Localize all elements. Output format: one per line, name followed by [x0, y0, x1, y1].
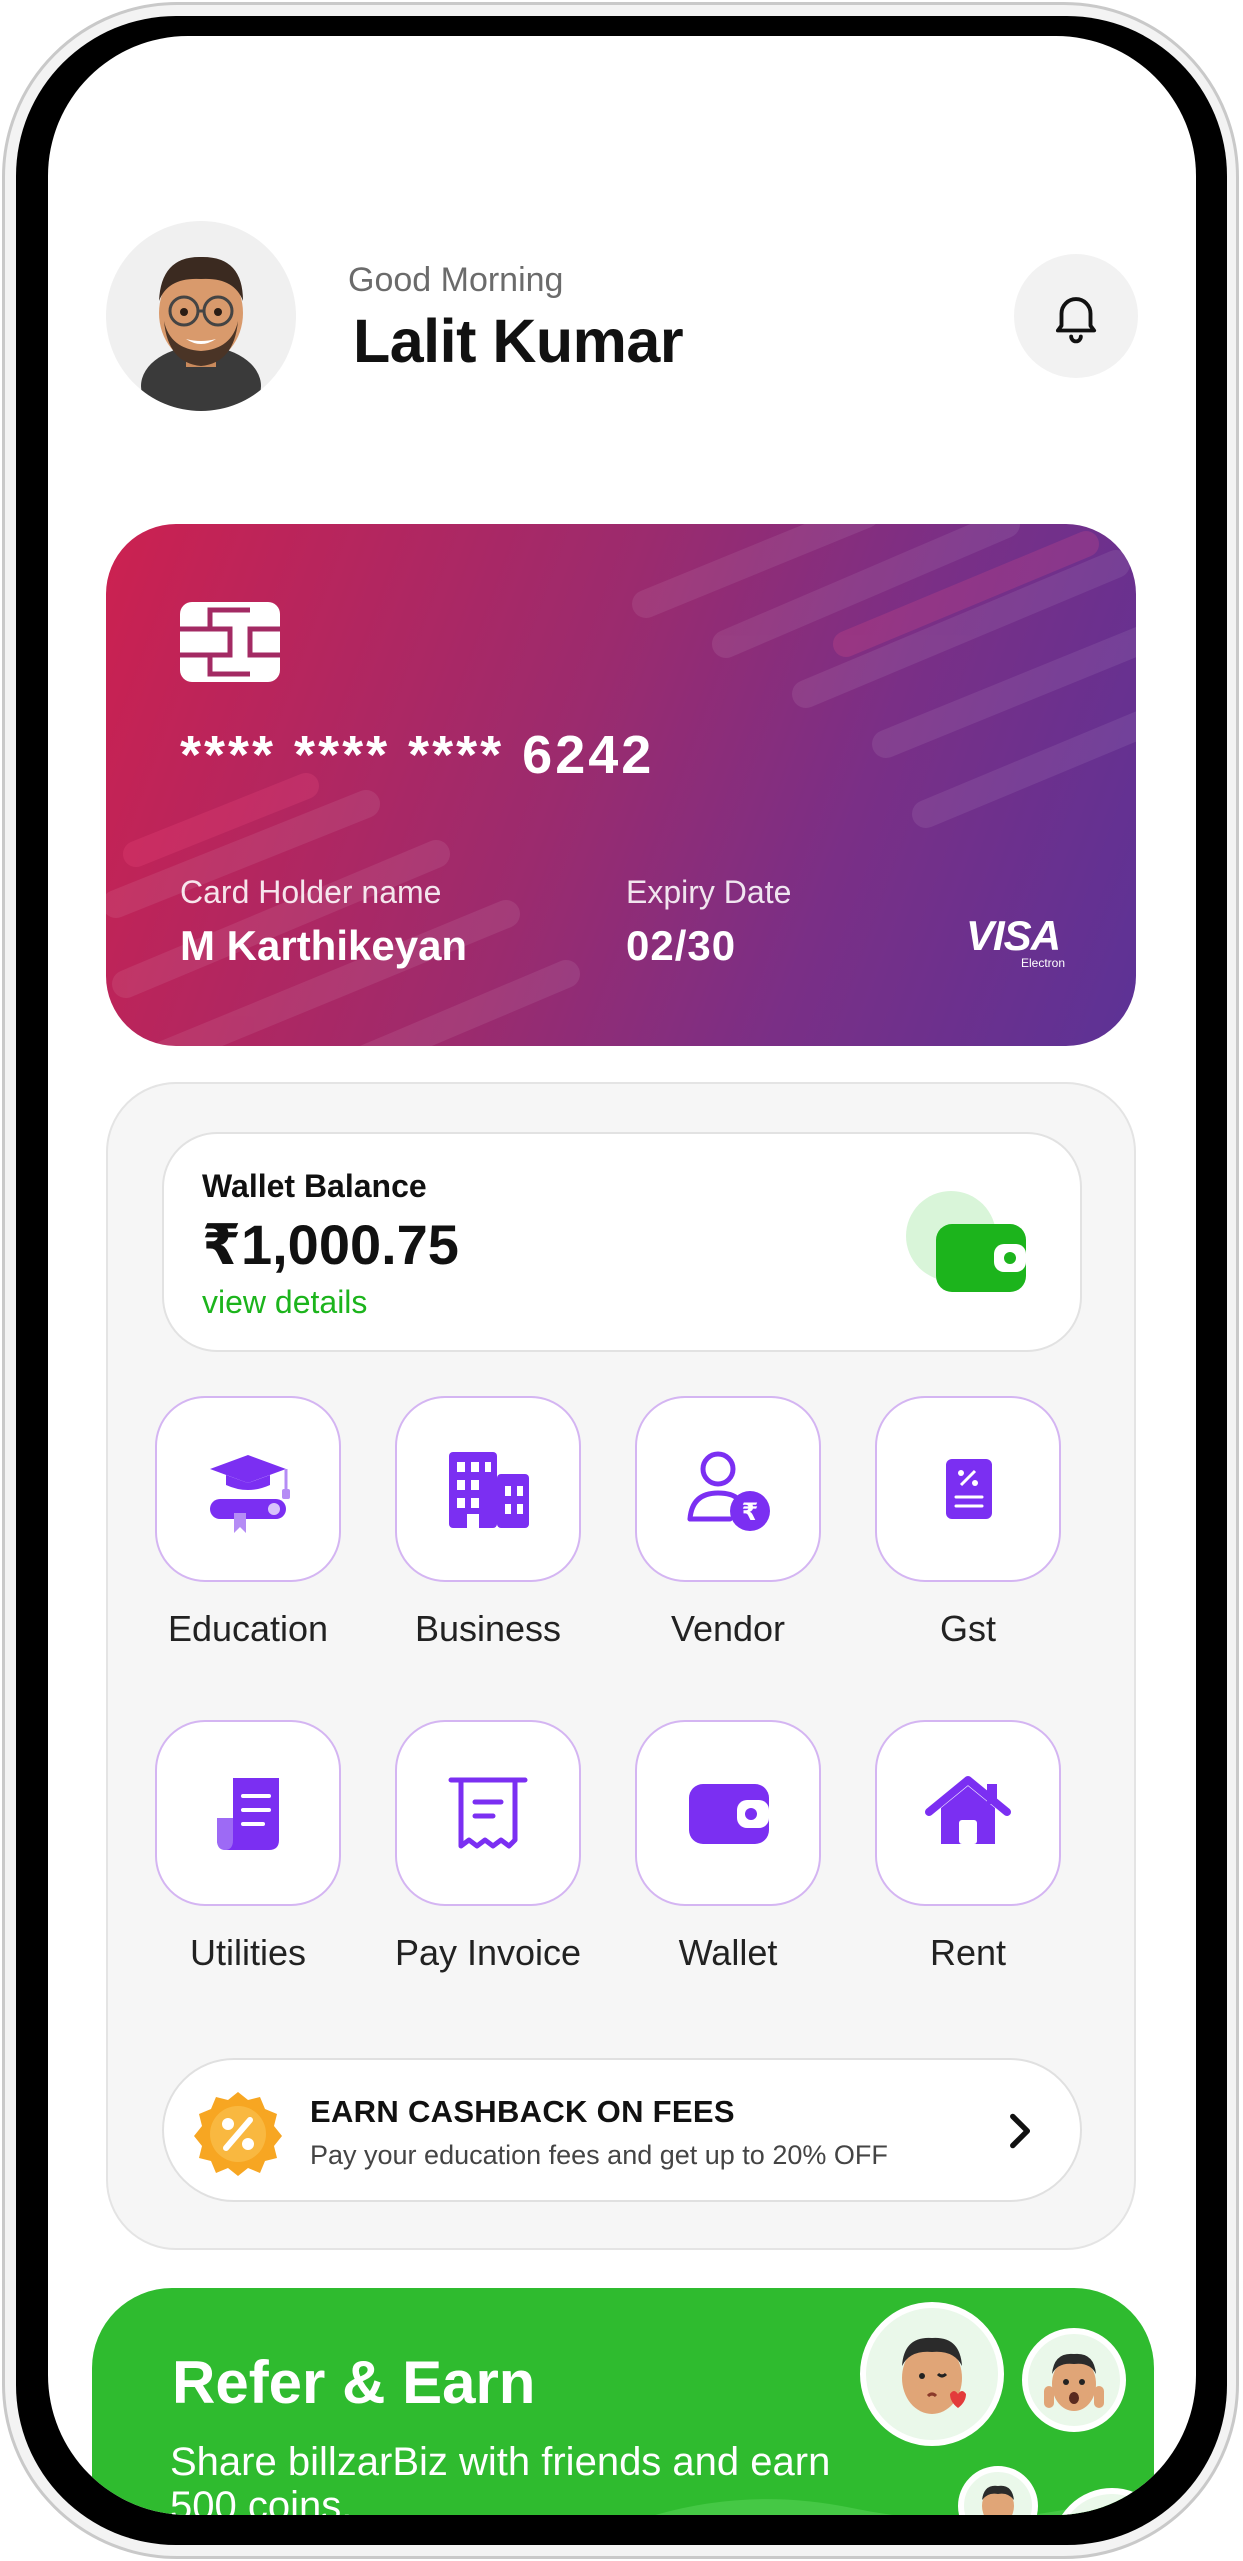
- wallet-icon: [689, 1784, 769, 1844]
- greeting-text: Good Morning: [348, 261, 564, 299]
- promo-subtitle: Pay your education fees and get up to 20…: [310, 2140, 888, 2170]
- expiry-date: 02/30: [626, 922, 737, 969]
- service-wallet[interactable]: Wallet: [608, 1720, 848, 1974]
- card-chip-icon: [180, 602, 280, 682]
- graduation-cap-icon: [210, 1455, 290, 1533]
- house-icon: [925, 1776, 1011, 1844]
- service-label: Pay Invoice: [394, 1932, 582, 1973]
- cashback-promo-banner[interactable]: EARN CASHBACK ON FEES Pay your education…: [162, 2058, 1082, 2202]
- app-screen: Good Morning Lalit Kumar **** **** **** …: [48, 36, 1196, 2515]
- service-label: Gst: [939, 1608, 996, 1649]
- service-tile[interactable]: ₹: [635, 1396, 821, 1582]
- memoji-avatar-icon: [141, 256, 261, 411]
- phone-bezel: Good Morning Lalit Kumar **** **** **** …: [16, 16, 1227, 2545]
- card-holder-name: M Karthikeyan: [180, 922, 468, 969]
- service-education[interactable]: Education: [128, 1396, 368, 1650]
- card-holder-label: Card Holder name: [180, 874, 442, 910]
- refer-subtitle: Share billzarBiz with friends and earn 5…: [170, 2440, 831, 2515]
- wallet-balance-card[interactable]: Wallet Balance ₹1,000.75 view details: [162, 1132, 1082, 1352]
- chevron-right-icon[interactable]: [994, 2106, 1044, 2156]
- memoji-kiss-icon: [902, 2337, 966, 2414]
- wallet-icon: [906, 1191, 1026, 1292]
- service-gst[interactable]: Gst: [848, 1396, 1088, 1650]
- svg-text:₹: ₹: [742, 1498, 759, 1526]
- wallet-balance-amount: ₹1,000.75: [202, 1213, 459, 1276]
- service-tile[interactable]: [155, 1396, 341, 1582]
- utilities-bill-icon: [217, 1778, 279, 1850]
- promo-title: EARN CASHBACK ON FEES: [310, 2094, 735, 2129]
- service-business[interactable]: Business: [368, 1396, 608, 1650]
- bell-icon: [1055, 297, 1097, 344]
- memoji-surprised-icon: [1044, 2353, 1104, 2411]
- service-vendor[interactable]: ₹ Vendor: [608, 1396, 848, 1650]
- service-pay-invoice[interactable]: Pay Invoice: [368, 1720, 608, 1974]
- service-label: Utilities: [189, 1932, 306, 1973]
- service-tile[interactable]: [875, 1720, 1061, 1906]
- service-tile[interactable]: [395, 1396, 581, 1582]
- service-utilities[interactable]: Utilities: [128, 1720, 368, 1974]
- avatar[interactable]: [106, 221, 296, 411]
- discount-badge-icon: [194, 2092, 282, 2176]
- wallet-balance-label: Wallet Balance: [202, 1168, 427, 1204]
- friend-avatar: [1022, 2328, 1126, 2432]
- services-panel: Wallet Balance ₹1,000.75 view details Ed…: [106, 1082, 1136, 2250]
- building-icon: [449, 1452, 529, 1528]
- friend-avatar: [860, 2302, 1004, 2446]
- service-tile[interactable]: [875, 1396, 1061, 1582]
- visa-logo: VISA: [966, 912, 1061, 959]
- payment-card[interactable]: **** **** **** 6242 Card Holder name M K…: [106, 524, 1136, 1046]
- refer-earn-banner[interactable]: Refer & Earn Share billzarBiz with frien…: [92, 2288, 1154, 2515]
- user-name: Lalit Kumar: [353, 307, 684, 375]
- view-details-link[interactable]: view details: [202, 1284, 367, 1321]
- refer-title: Refer & Earn: [172, 2349, 536, 2416]
- service-tile[interactable]: [635, 1720, 821, 1906]
- expiry-label: Expiry Date: [626, 874, 792, 910]
- service-tile[interactable]: [155, 1720, 341, 1906]
- notification-button[interactable]: [1014, 254, 1138, 378]
- invoice-receipt-icon: [448, 1777, 528, 1849]
- service-label: Wallet: [678, 1932, 778, 1973]
- service-rent[interactable]: Rent: [848, 1720, 1088, 1974]
- vendor-rupee-icon: ₹: [687, 1451, 770, 1531]
- memoji-wave-icon: [982, 2485, 1014, 2515]
- tax-document-icon: [946, 1459, 992, 1519]
- visa-electron-label: Electron: [1021, 956, 1066, 970]
- card-number: **** **** **** 6242: [180, 725, 655, 785]
- service-label: Rent: [929, 1932, 1007, 1973]
- service-label: Business: [414, 1608, 562, 1649]
- service-tile[interactable]: [395, 1720, 581, 1906]
- service-label: Education: [167, 1608, 329, 1649]
- service-label: Vendor: [670, 1608, 786, 1649]
